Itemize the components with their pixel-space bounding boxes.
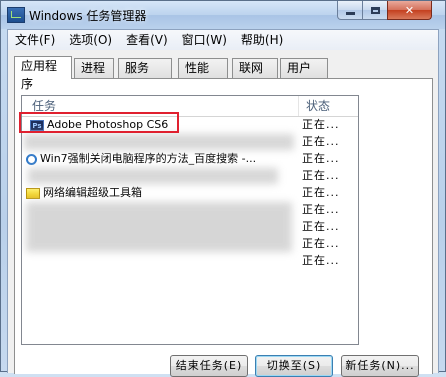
tab-users[interactable]: 用户 bbox=[280, 58, 328, 78]
maximize-button[interactable] bbox=[362, 1, 388, 20]
highlight-box bbox=[19, 112, 179, 133]
close-button[interactable]: ✕ bbox=[387, 1, 432, 20]
task-manager-window: Windows 任务管理器 ✕ 文件(F) 选项(O) 查看(V) 窗口(W) … bbox=[0, 0, 446, 377]
table-row[interactable]: 网络编辑超级工具箱 正在... bbox=[22, 186, 358, 200]
table-row[interactable]: Win7强制关闭电脑程序的方法_百度搜索 -... 正在... bbox=[22, 152, 358, 166]
minimize-button[interactable] bbox=[337, 1, 363, 20]
minimize-icon bbox=[345, 11, 355, 15]
ie-icon bbox=[26, 153, 37, 165]
tab-applications[interactable]: 应用程序 bbox=[14, 56, 72, 91]
task-manager-icon bbox=[7, 7, 25, 23]
menu-file[interactable]: 文件(F) bbox=[8, 30, 62, 50]
column-separator[interactable] bbox=[298, 96, 299, 116]
task-status: 正在... bbox=[302, 118, 340, 131]
task-status: 正在... bbox=[302, 203, 340, 216]
menu-help[interactable]: 帮助(H) bbox=[234, 30, 290, 50]
task-status: 正在... bbox=[302, 135, 340, 148]
task-status: 正在... bbox=[302, 169, 340, 182]
table-row[interactable]: 正在... bbox=[22, 254, 358, 268]
task-status: 正在... bbox=[302, 220, 340, 233]
title-bar[interactable]: Windows 任务管理器 ✕ bbox=[1, 1, 445, 29]
task-name: 网络编辑超级工具箱 bbox=[43, 186, 142, 199]
menu-options[interactable]: 选项(O) bbox=[62, 30, 119, 50]
menu-view[interactable]: 查看(V) bbox=[119, 30, 175, 50]
window-title: Windows 任务管理器 bbox=[29, 9, 147, 23]
task-status: 正在... bbox=[302, 186, 340, 199]
menu-bar: 文件(F) 选项(O) 查看(V) 窗口(W) 帮助(H) bbox=[8, 30, 438, 50]
close-icon: ✕ bbox=[404, 3, 415, 17]
menu-window[interactable]: 窗口(W) bbox=[175, 30, 234, 50]
tab-strip: 应用程序 进程 服务 性能 联网 用户 bbox=[14, 56, 432, 91]
tab-networking[interactable]: 联网 bbox=[232, 58, 278, 78]
switch-to-button[interactable]: 切换至(S) bbox=[255, 355, 333, 377]
task-status: 正在... bbox=[302, 152, 340, 165]
task-status: 正在... bbox=[302, 254, 340, 267]
task-name: Win7强制关闭电脑程序的方法_百度搜索 -... bbox=[40, 152, 257, 165]
end-task-button[interactable]: 结束任务(E) bbox=[170, 355, 248, 377]
tab-performance[interactable]: 性能 bbox=[178, 58, 228, 78]
new-task-button[interactable]: 新任务(N)... bbox=[341, 355, 419, 377]
tab-services[interactable]: 服务 bbox=[118, 58, 172, 78]
task-status: 正在... bbox=[302, 237, 340, 250]
maximize-icon bbox=[370, 6, 380, 14]
folder-icon bbox=[26, 187, 40, 199]
redacted-area bbox=[28, 168, 278, 184]
column-header-status[interactable]: 状态 bbox=[306, 96, 330, 116]
redacted-area bbox=[26, 202, 292, 252]
redacted-area bbox=[24, 134, 294, 150]
tab-processes[interactable]: 进程 bbox=[74, 58, 114, 78]
